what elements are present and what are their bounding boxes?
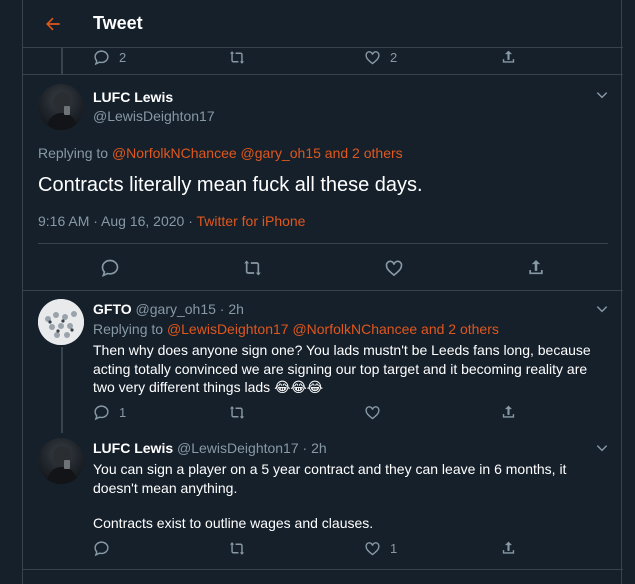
replying-to-label: Replying to: [93, 321, 164, 337]
tweet-text-line: You can sign a player on a 5 year contra…: [93, 461, 567, 477]
tweet-text-line: acting totally convinced we are signing …: [93, 361, 588, 377]
like-button[interactable]: [364, 404, 381, 421]
avatar-photo: [46, 446, 78, 484]
reply-icon: [94, 405, 109, 421]
heart-icon: [365, 51, 380, 65]
like-button[interactable]: 1: [364, 540, 397, 557]
heart-icon: [365, 406, 380, 420]
reply-icon: [94, 50, 109, 66]
tweet-text-line: Then why does anyone sign one? You lads …: [93, 342, 591, 358]
handle-time[interactable]: @gary_oh15 · 2h: [136, 301, 244, 317]
retweet-icon: [229, 542, 245, 555]
share-icon: [502, 405, 515, 418]
header: Tweet: [23, 0, 623, 48]
display-name[interactable]: GFTO: [93, 301, 132, 317]
display-name[interactable]: LUFC Lewis: [93, 440, 173, 456]
retweet-button[interactable]: [228, 404, 246, 421]
reply-button[interactable]: 1: [93, 404, 126, 421]
retweet-button[interactable]: [228, 49, 246, 66]
heart-icon: [365, 542, 380, 556]
replying-to: Replying to @NorfolkNChancee @gary_oh15 …: [38, 145, 403, 161]
replying-to-link[interactable]: @NorfolkNChancee @gary_oh15 and 2 others: [112, 145, 403, 161]
retweet-icon: [229, 51, 245, 64]
tweet-text-line: two very different things lads 😂😂😂: [93, 378, 323, 397]
like-count: 2: [390, 50, 398, 65]
avatar-photo: [46, 92, 78, 130]
divider: [23, 569, 623, 570]
replying-to-link[interactable]: @LewisDeighton17 @NorfolkNChancee and 2 …: [167, 321, 499, 337]
avatar[interactable]: [38, 438, 84, 484]
tweet-text: Contracts literally mean fuck all these …: [38, 174, 423, 196]
reply-count: 1: [119, 405, 127, 420]
avatar-photo: [38, 299, 84, 345]
reply-button[interactable]: [93, 540, 110, 557]
timeline-column: Tweet 2 2 LUFC Lewis @LewisDeighton17 Re…: [22, 0, 623, 584]
heart-icon: [385, 260, 403, 277]
share-button[interactable]: [500, 539, 517, 557]
reply-button[interactable]: [100, 258, 120, 278]
handle[interactable]: @LewisDeighton17: [93, 108, 215, 124]
avatar[interactable]: [38, 299, 84, 345]
share-icon: [502, 541, 515, 554]
thread-line: [61, 48, 63, 74]
share-icon: [529, 260, 543, 275]
like-button[interactable]: [384, 258, 404, 278]
page-title: Tweet: [93, 13, 143, 33]
share-button[interactable]: [500, 403, 517, 421]
handle-time[interactable]: @LewisDeighton17 · 2h: [177, 440, 327, 456]
more-options-button[interactable]: [593, 86, 611, 104]
retweet-icon: [229, 406, 245, 419]
tweet-text-line: doesn't mean anything.: [93, 480, 238, 496]
chevron-down-icon: [596, 306, 608, 313]
tweet-timestamp: 9:16 AM · Aug 16, 2020 · Twitter for iPh…: [38, 213, 305, 229]
tweet-text: two very different things lads: [93, 379, 271, 395]
more-options-button[interactable]: [593, 439, 611, 457]
arrow-left-icon: [46, 17, 60, 31]
back-button[interactable]: [39, 10, 67, 38]
tweet-source[interactable]: Twitter for iPhone: [197, 213, 306, 229]
timestamp[interactable]: 9:16 AM · Aug 16, 2020 ·: [38, 213, 197, 229]
like-button[interactable]: 2: [364, 49, 397, 66]
divider: [38, 243, 608, 244]
divider: [23, 290, 623, 291]
emoji: 😂😂😂: [274, 379, 324, 395]
retweet-icon: [244, 260, 261, 276]
retweet-button[interactable]: [242, 258, 263, 278]
share-icon: [502, 50, 515, 63]
divider: [23, 74, 623, 75]
like-count: 1: [390, 541, 398, 556]
share-button[interactable]: [526, 257, 546, 278]
reply-header: LUFC Lewis @LewisDeighton17 · 2h: [93, 440, 327, 456]
display-name[interactable]: LUFC Lewis: [93, 89, 173, 105]
chevron-down-icon: [596, 445, 608, 452]
replying-to: Replying to @LewisDeighton17 @NorfolkNCh…: [93, 321, 499, 337]
reply-icon: [94, 541, 109, 557]
chevron-down-icon: [596, 92, 608, 99]
reply-button[interactable]: 2: [93, 49, 126, 66]
avatar[interactable]: [38, 84, 84, 130]
reply-count: 2: [119, 50, 127, 65]
reply-icon: [101, 259, 119, 278]
thread-line: [61, 347, 63, 433]
share-button[interactable]: [500, 48, 517, 66]
replying-to-label: Replying to: [38, 145, 109, 161]
reply-header: GFTO @gary_oh15 · 2h: [93, 301, 244, 317]
retweet-button[interactable]: [228, 540, 246, 557]
tweet-text-line: Contracts exist to outline wages and cla…: [93, 515, 374, 531]
more-options-button[interactable]: [593, 300, 611, 318]
